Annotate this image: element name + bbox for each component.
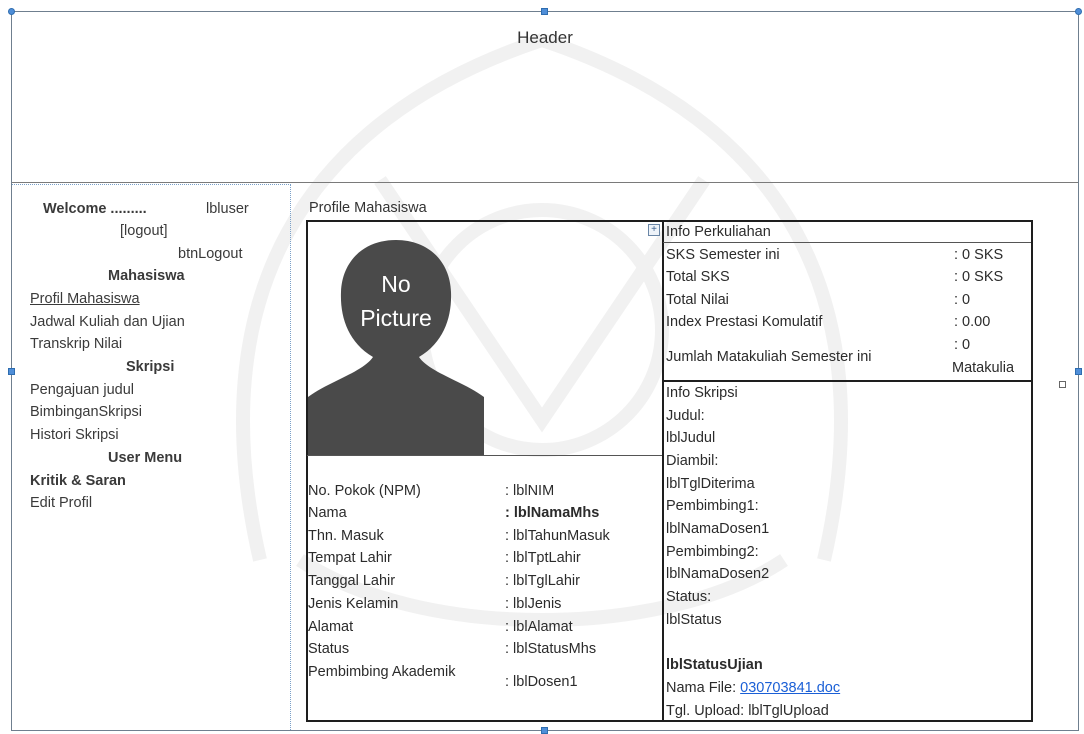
profile-label-tanggal-lahir: Tanggal Lahir [308,573,396,589]
welcome-label: Welcome ......... [43,201,147,217]
nav-histori-skripsi[interactable]: Histori Skripsi [30,427,119,443]
resize-handle-bottom-center[interactable] [541,727,548,734]
skripsi-pembimbing2-value: lblNamaDosen2 [666,566,770,582]
profile-label-pembimbing: Pembimbing Akademik [308,664,456,680]
page-title: Profile Mahasiswa [309,200,427,216]
resize-handle-middle-right[interactable] [1075,368,1082,375]
profile-value-nama: : lblNamaMhs [505,505,600,521]
profile-value-tanggal-lahir: : lblTglLahir [505,573,580,589]
info-label-total-sks: Total SKS [666,269,730,285]
nav-jadwal-kuliah[interactable]: Jadwal Kuliah dan Ujian [30,314,185,330]
logout-button[interactable]: btnLogout [178,246,243,262]
profile-label-status: Status [308,641,350,657]
nav-bimbingan-skripsi[interactable]: BimbinganSkripsi [30,404,142,420]
info-value-jumlah-matakuliah-unit: Matakulia [952,360,1015,376]
nav-transkrip-nilai[interactable]: Transkrip Nilai [30,336,122,352]
info-value-ipk: : 0.00 [954,314,991,330]
info-divider [663,242,1031,243]
no-picture-line2: Picture [360,305,432,331]
section-user-menu: User Menu [108,450,183,466]
profile-value-alamat: : lblAlamat [505,619,573,635]
table-border-middle [662,220,664,722]
profile-value-thn-masuk: : lblTahunMasuk [505,528,610,544]
info-value-total-nilai: : 0 [954,292,971,308]
skripsi-judul-label: Judul: [666,408,705,424]
sidebar: Welcome ......... lbluser [logout] btnLo… [12,184,291,730]
profile-value-npm: : lblNIM [505,483,555,499]
section-mahasiswa: Mahasiswa [108,268,185,284]
skripsi-pembimbing2-label: Pembimbing2: [666,544,759,560]
skripsi-status-ujian: lblStatusUjian [666,657,763,673]
skripsi-pembimbing1-value: lblNamaDosen1 [666,521,770,537]
info-label-ipk: Index Prestasi Komulatif [666,314,823,330]
skripsi-diambil-value: lblTglDiterima [666,476,755,492]
nav-profil-mahasiswa[interactable]: Profil Mahasiswa [30,291,140,307]
user-label: lbluser [206,201,249,217]
skripsi-upload-date: Tgl. Upload: lblTglUpload [666,703,829,719]
profile-label-tempat-lahir: Tempat Lahir [308,550,392,566]
info-section-divider [663,380,1031,382]
profile-value-jenis-kelamin: : lblJenis [505,596,562,612]
resize-handle-hollow[interactable] [1059,381,1066,388]
info-label-jumlah-matakuliah: Jumlah Matakuliah Semester ini [666,349,872,365]
no-picture-line1: No [381,271,410,297]
skripsi-file-link[interactable]: 030703841.doc [740,680,840,696]
info-value-sks-semester: : 0 SKS [954,247,1004,263]
info-label-sks-semester: SKS Semester ini [666,247,780,263]
profile-value-pembimbing: : lblDosen1 [505,674,578,690]
profile-label-npm: No. Pokok (NPM) [308,483,421,499]
skripsi-status-label: Status: [666,589,712,605]
skripsi-judul-value: lblJudul [666,430,716,446]
profile-value-status: : lblStatusMhs [505,641,597,657]
table-move-icon[interactable]: + [648,224,660,236]
table-border-right [1031,220,1033,722]
header-region: Header [12,12,1078,183]
logout-link[interactable]: [logout] [120,223,168,239]
skripsi-file-row: Nama File: 030703841.doc [666,680,840,696]
profile-value-tempat-lahir: : lblTptLahir [505,550,581,566]
nav-edit-profil[interactable]: Edit Profil [30,495,92,511]
no-picture-image: No Picture [308,240,484,455]
table-border-bottom [306,720,1033,722]
skripsi-pembimbing1-label: Pembimbing1: [666,498,759,514]
photo-divider [307,455,662,456]
skripsi-status-value: lblStatus [666,612,722,628]
info-skripsi-title: Info Skripsi [666,385,738,401]
skripsi-diambil-label: Diambil: [666,453,719,469]
nav-kritik-saran[interactable]: Kritik & Saran [30,473,126,489]
info-value-total-sks: : 0 SKS [954,269,1004,285]
profile-label-nama: Nama [308,505,347,521]
info-label-total-nilai: Total Nilai [666,292,729,308]
profile-label-thn-masuk: Thn. Masuk [308,528,384,544]
skripsi-file-label: Nama File: [666,680,741,696]
info-perkuliahan-title: Info Perkuliahan [666,224,771,240]
info-value-jumlah-matakuliah: : 0 [954,337,971,353]
nav-pengajuan-judul[interactable]: Pengajuan judul [30,382,134,398]
profile-label-alamat: Alamat [308,619,354,635]
profile-label-jenis-kelamin: Jenis Kelamin [308,596,399,612]
section-skripsi: Skripsi [126,359,175,375]
header-title: Header [517,28,573,47]
